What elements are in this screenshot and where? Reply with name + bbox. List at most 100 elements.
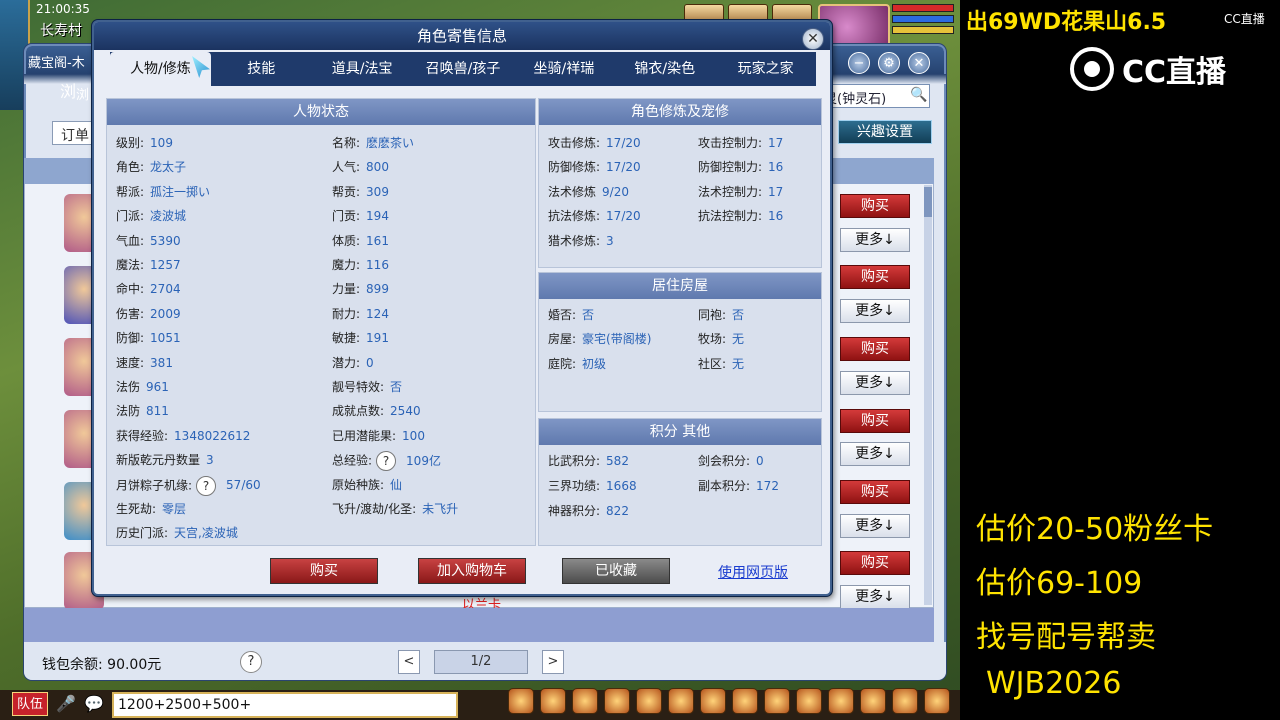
more-button[interactable]: 更多↓ (840, 299, 910, 323)
field-label: 比武积分: (548, 454, 601, 468)
more-button[interactable]: 更多↓ (840, 371, 910, 395)
tab-home[interactable]: 玩家之家 (715, 52, 816, 86)
tab-mounts[interactable]: 坐骑/祥瑞 (513, 52, 614, 86)
field-row: 命中: 2704 (116, 280, 181, 297)
browse-label[interactable]: 浏 (76, 84, 89, 103)
scrollbar[interactable] (924, 185, 932, 605)
field-value: 16 (768, 209, 784, 224)
field-row: 名称: 麽麽茶い (332, 134, 414, 151)
interest-settings-button[interactable]: 兴趣设置 (838, 120, 932, 144)
field-label: 法伤 (116, 380, 141, 394)
mail-icon[interactable] (764, 688, 790, 714)
field-row: 攻击控制力: 17 (698, 134, 783, 151)
house-header: 居住房屋 (539, 273, 821, 299)
microphone-icon[interactable]: 🎤 (56, 694, 76, 713)
scroll-thumb[interactable] (924, 187, 932, 217)
achievement-icon[interactable] (828, 688, 854, 714)
skill-icon[interactable] (636, 688, 662, 714)
more-button[interactable]: 更多↓ (840, 585, 910, 609)
field-row: 潜力: 0 (332, 354, 374, 371)
next-page-button[interactable]: > (542, 650, 564, 674)
system-icon[interactable] (892, 688, 918, 714)
help-icon[interactable]: ? (240, 651, 262, 673)
field-label: 法术修炼 (548, 184, 597, 199)
shop-icon[interactable] (796, 688, 822, 714)
minimize-icon[interactable]: − (848, 52, 870, 74)
buy-button[interactable]: 购买 (840, 551, 910, 575)
more-button[interactable]: 更多↓ (840, 442, 910, 466)
chat-input[interactable]: 1200+2500+500+ (112, 692, 458, 718)
guild-icon[interactable] (700, 688, 726, 714)
field-value: 961 (146, 380, 169, 394)
cc-logo-icon (1070, 47, 1114, 91)
computer-icon[interactable] (924, 688, 950, 714)
team-button[interactable]: 队伍 (12, 692, 48, 716)
help-icon[interactable]: ? (196, 475, 217, 496)
field-row: 庭院: 初级 (548, 355, 606, 372)
tab-outfits[interactable]: 锦衣/染色 (614, 52, 715, 86)
field-value: 124 (366, 306, 389, 321)
chat-bubble-icon[interactable]: 💬 (84, 694, 104, 713)
field-value: 3 (206, 453, 214, 468)
field-row: 成就点数: 2540 (332, 402, 421, 419)
field-value: 天宫,凌波城 (174, 526, 238, 541)
field-label: 副本积分: (698, 479, 751, 493)
field-label: 魔力: (332, 258, 361, 272)
status-header: 人物状态 (107, 99, 535, 125)
tab-skills[interactable]: 技能 (211, 52, 312, 86)
use-web-version-link[interactable]: 使用网页版 (718, 562, 788, 582)
dialog-tabs: 人物/修炼 技能 道具/法宝 召唤兽/孩子 坐骑/祥瑞 锦衣/染色 玩家之家 (110, 52, 816, 86)
field-row: 防御控制力: 16 (698, 158, 783, 175)
field-label: 抗法控制力: (698, 209, 763, 224)
field-value: 822 (606, 504, 629, 518)
dialog-title: 角色寄售信息 (94, 22, 830, 50)
field-value: 811 (146, 404, 169, 419)
emote-icon[interactable] (860, 688, 886, 714)
gear-icon[interactable]: ⚙ (878, 52, 900, 74)
quest-icon[interactable] (668, 688, 694, 714)
browse-tab[interactable]: 浏 (60, 78, 76, 102)
field-row: 人气: 800 (332, 158, 389, 175)
items-icon[interactable] (540, 688, 566, 714)
field-label: 新版乾元丹数量 (116, 453, 201, 468)
favorited-button[interactable]: 已收藏 (562, 558, 670, 584)
field-value: 9/20 (602, 184, 629, 199)
buy-button[interactable]: 购买 (840, 265, 910, 289)
buy-button[interactable]: 购买 (840, 194, 910, 218)
field-label: 庭院: (548, 356, 577, 371)
field-row: 法术修炼 9/20 (548, 183, 629, 200)
friends-icon[interactable] (732, 688, 758, 714)
status-bars (892, 4, 954, 37)
team-icon[interactable] (604, 688, 630, 714)
help-icon[interactable]: ? (376, 451, 397, 472)
buy-button[interactable]: 购买 (840, 337, 910, 361)
close-icon[interactable]: ✕ (908, 52, 930, 74)
tab-items[interactable]: 道具/法宝 (312, 52, 413, 86)
more-button[interactable]: 更多↓ (840, 514, 910, 538)
search-icon[interactable]: 🔍 (910, 87, 927, 103)
field-value: 172 (756, 479, 779, 493)
field-value: 2704 (150, 282, 181, 297)
buy-button[interactable]: 购买 (840, 480, 910, 504)
field-row: 历史门派: 天宫,凌波城 (116, 524, 238, 541)
field-row: 抗法控制力: 16 (698, 207, 783, 224)
tab-character[interactable]: 人物/修炼 (110, 52, 211, 86)
more-button[interactable]: 更多↓ (840, 228, 910, 252)
field-row: 门派: 凌波城 (116, 207, 186, 224)
field-row: 获得经验: 1348022612 (116, 427, 250, 444)
add-to-cart-button[interactable]: 加入购物车 (418, 558, 526, 584)
score-header: 积分 其他 (539, 419, 821, 445)
field-label: 伤害: (116, 306, 145, 321)
system-icon-bar (508, 688, 958, 718)
close-icon[interactable]: ✕ (802, 28, 824, 50)
pet-icon[interactable] (508, 688, 534, 714)
buy-button[interactable]: 购买 (270, 558, 378, 584)
field-value: 194 (366, 209, 389, 224)
gift-icon[interactable] (572, 688, 598, 714)
prev-page-button[interactable]: < (398, 650, 420, 674)
field-label: 总经验: (332, 453, 373, 468)
field-value: 17 (768, 184, 784, 199)
buy-button[interactable]: 购买 (840, 409, 910, 433)
promo-line: 找号配号帮卖 (976, 620, 1156, 655)
tab-summons[interactable]: 召唤兽/孩子 (413, 52, 514, 86)
